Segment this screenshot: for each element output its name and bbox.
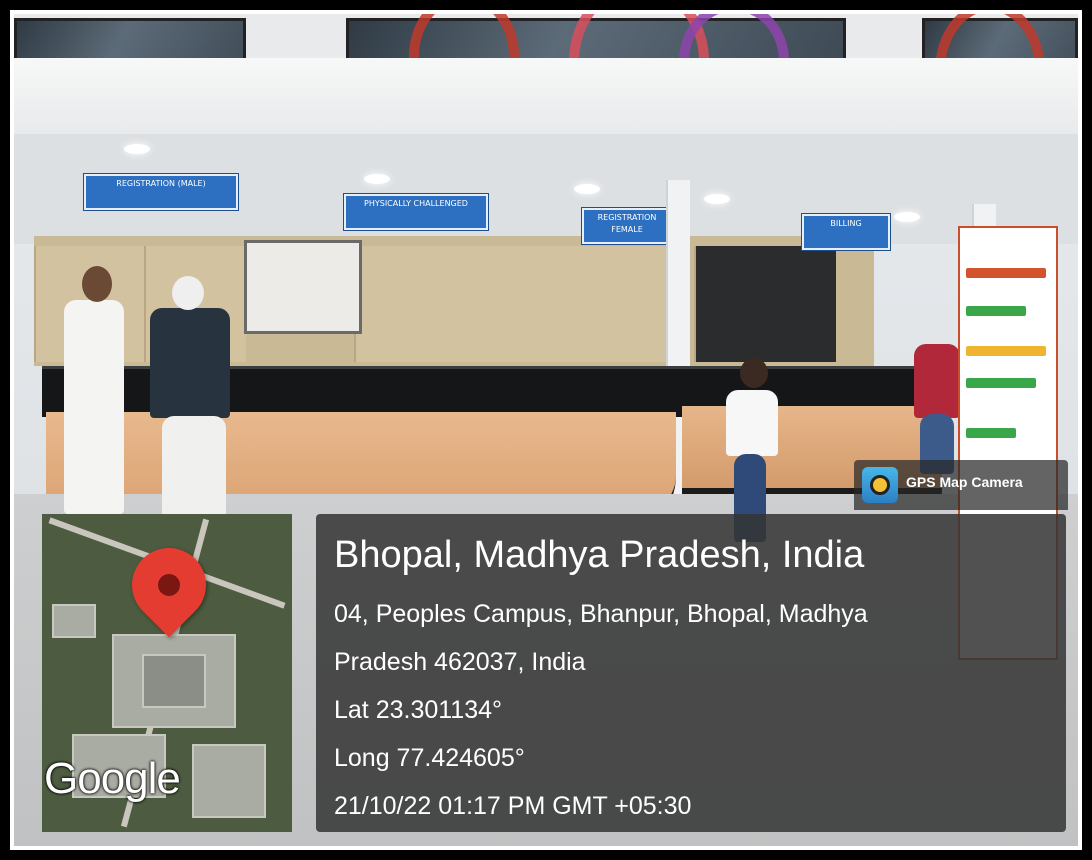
person-head (82, 266, 112, 302)
app-badge: GPS Map Camera (854, 460, 1068, 510)
address-line-1: 04, Peoples Campus, Bhanpur, Bhopal, Mad… (334, 600, 868, 628)
person-cap (172, 276, 204, 310)
app-name: GPS Map Camera (906, 474, 1023, 490)
glass-cabin (694, 246, 836, 362)
sign-billing: BILLING (802, 214, 890, 250)
wall-poster (244, 240, 362, 334)
photo-frame: REGISTRATION (MALE) PHYSICALLY CHALLENGE… (10, 10, 1082, 850)
person-dark-jacket (150, 308, 230, 418)
map-thumbnail: Google (42, 514, 292, 832)
gps-camera-app-icon (862, 467, 898, 503)
latitude: Lat 23.301134° (334, 696, 503, 724)
sign-physically-challenged: PHYSICALLY CHALLENGED (344, 194, 488, 230)
person-red-top (914, 344, 960, 418)
location-title: Bhopal, Madhya Pradesh, India (334, 534, 865, 576)
child-head (740, 358, 768, 388)
child-white-shirt (726, 390, 778, 456)
sign-registration-male: REGISTRATION (MALE) (84, 174, 238, 210)
timestamp: 21/10/22 01:17 PM GMT +05:30 (334, 792, 692, 820)
person-white-kurta (64, 300, 124, 514)
person-white-trousers (162, 416, 226, 526)
wall-panel (354, 246, 666, 362)
sign-registration-female: REGISTRATION FEMALE (582, 208, 672, 244)
hospital-registration-hall-photo: REGISTRATION (MALE) PHYSICALLY CHALLENGE… (14, 14, 1078, 846)
longitude: Long 77.424605° (334, 744, 525, 772)
location-info-panel: Bhopal, Madhya Pradesh, India 04, People… (316, 514, 1066, 832)
address-line-2: Pradesh 462037, India (334, 648, 586, 676)
google-logo: Google (44, 754, 181, 803)
ceiling-beam (14, 58, 1078, 142)
